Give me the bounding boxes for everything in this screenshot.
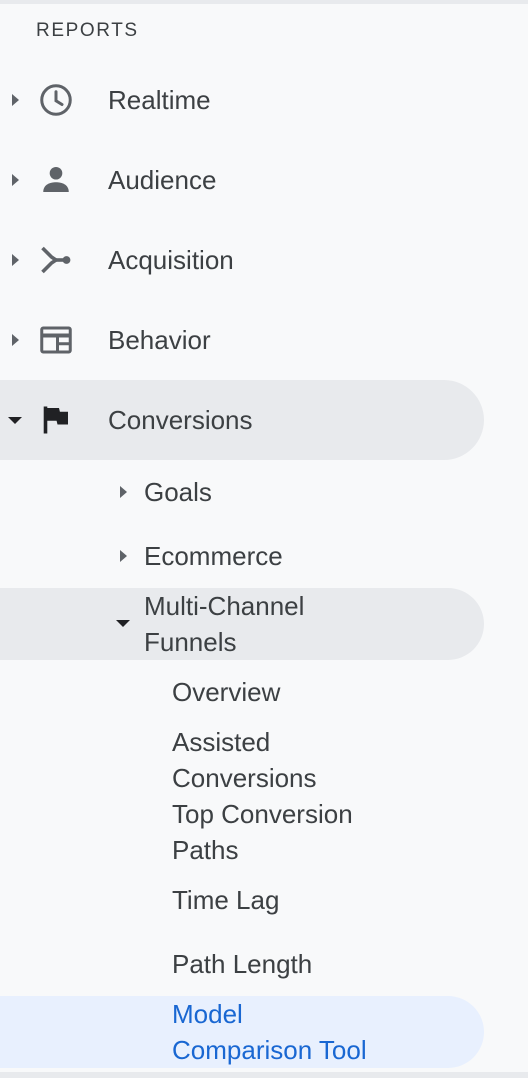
- nav-item-label: Time Lag: [172, 885, 280, 915]
- nav-item-audience[interactable]: Audience: [0, 160, 528, 200]
- nav-item-label-line1: Top Conversion: [172, 799, 353, 829]
- nav-item-label-line2: Comparison Tool: [172, 1035, 367, 1065]
- nav-item-label-line2: Funnels: [144, 627, 237, 657]
- nav-item-overview[interactable]: Overview: [0, 674, 528, 714]
- flag-icon: [43, 406, 68, 434]
- nav-item-realtime[interactable]: Realtime: [0, 80, 528, 120]
- nav-item-label: Goals: [144, 477, 212, 507]
- expand-caret-icon[interactable]: [120, 486, 127, 498]
- nav-item-top-conversion-paths[interactable]: Top Conversion Paths: [0, 796, 528, 868]
- expand-caret-icon[interactable]: [12, 174, 19, 186]
- nav-item-label: Path Length: [172, 949, 313, 979]
- nav-item-label-line2: Paths: [172, 835, 239, 865]
- bottom-divider: [0, 1072, 528, 1078]
- nav-item-conversions[interactable]: Conversions: [0, 400, 528, 440]
- nav-item-label: Acquisition: [108, 245, 234, 275]
- nav-item-label: Ecommerce: [144, 541, 283, 571]
- nav-item-label: Audience: [108, 165, 217, 195]
- nav-item-ecommerce[interactable]: Ecommerce: [0, 538, 528, 578]
- clock-icon: [40, 84, 72, 116]
- person-icon: [43, 166, 69, 192]
- nav-item-label: Behavior: [108, 325, 211, 355]
- collapse-caret-icon[interactable]: [116, 620, 130, 627]
- expand-caret-icon[interactable]: [120, 550, 127, 562]
- nav-item-label: Conversions: [108, 405, 253, 435]
- reports-header: REPORTS: [36, 20, 139, 41]
- nav-item-behavior[interactable]: Behavior: [0, 320, 528, 360]
- nav-item-model-comparison-tool[interactable]: Model Comparison Tool: [0, 996, 528, 1068]
- nav-item-assisted-conversions[interactable]: Assisted Conversions: [0, 724, 528, 796]
- acquisition-icon: [41, 246, 71, 274]
- top-divider: [0, 0, 528, 4]
- nav-item-acquisition[interactable]: Acquisition: [0, 240, 528, 280]
- nav-item-goals[interactable]: Goals: [0, 474, 528, 514]
- nav-item-label: Overview: [172, 677, 281, 707]
- expand-caret-icon[interactable]: [12, 254, 19, 266]
- expand-caret-icon[interactable]: [12, 334, 19, 346]
- collapse-caret-icon[interactable]: [8, 417, 22, 424]
- nav-item-label: Realtime: [108, 85, 211, 115]
- expand-caret-icon[interactable]: [12, 94, 19, 106]
- nav-item-label-line1: Assisted: [172, 727, 271, 757]
- nav-item-label-line2: Conversions: [172, 763, 317, 793]
- behavior-icon: [40, 326, 72, 354]
- nav-item-path-length[interactable]: Path Length: [0, 946, 528, 986]
- nav-item-label-line1: Model: [172, 999, 243, 1029]
- nav-item-multi-channel-funnels[interactable]: Multi-Channel Funnels: [0, 588, 528, 660]
- nav-item-label-line1: Multi-Channel: [144, 591, 305, 621]
- nav-item-time-lag[interactable]: Time Lag: [0, 882, 528, 922]
